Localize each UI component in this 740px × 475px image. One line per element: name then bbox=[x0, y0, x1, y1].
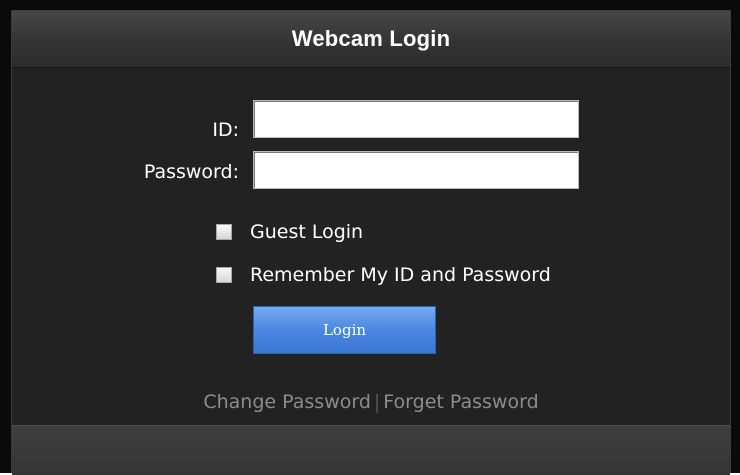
id-input[interactable] bbox=[253, 100, 579, 138]
guest-login-option[interactable]: Guest Login bbox=[216, 221, 363, 243]
remember-label: Remember My ID and Password bbox=[250, 264, 551, 286]
id-label: ID: bbox=[212, 119, 239, 141]
forget-password-link[interactable]: Forget Password bbox=[383, 391, 538, 413]
footer-bar bbox=[12, 425, 730, 475]
login-button-label: Login bbox=[322, 321, 367, 339]
remember-checkbox[interactable] bbox=[216, 267, 232, 283]
page-title: Webcam Login bbox=[291, 26, 451, 51]
guest-login-checkbox[interactable] bbox=[216, 224, 232, 240]
login-button[interactable]: Login bbox=[253, 306, 436, 354]
password-input[interactable] bbox=[253, 151, 579, 189]
account-links: Change Password | Forget Password bbox=[12, 391, 730, 413]
link-separator: | bbox=[373, 391, 381, 413]
remember-option[interactable]: Remember My ID and Password bbox=[216, 264, 551, 286]
header-bar: Webcam Login bbox=[12, 11, 730, 68]
password-label: Password: bbox=[143, 161, 239, 183]
guest-login-label: Guest Login bbox=[250, 221, 364, 243]
login-panel: Webcam Login ID: Password: Guest Login R… bbox=[11, 10, 731, 475]
change-password-link[interactable]: Change Password bbox=[203, 391, 371, 413]
login-window: Webcam Login ID: Password: Guest Login R… bbox=[0, 0, 740, 475]
